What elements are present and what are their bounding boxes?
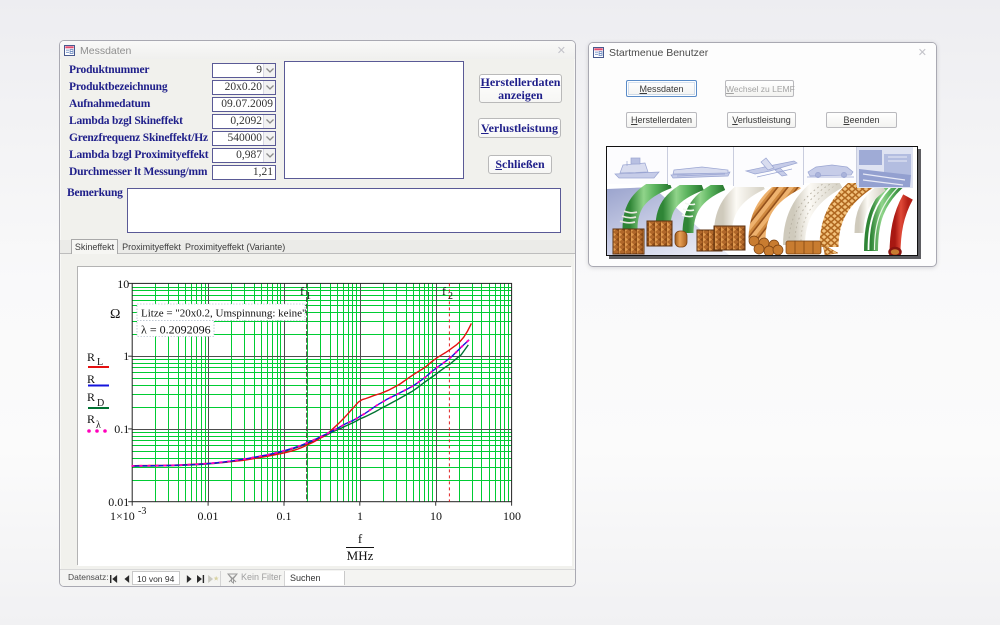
- svg-text:1: 1: [306, 291, 311, 302]
- svg-text:R: R: [87, 412, 95, 426]
- svg-text:f: f: [300, 284, 304, 298]
- svg-text:Ω: Ω: [110, 307, 120, 322]
- svg-text:0.1: 0.1: [114, 422, 129, 436]
- svg-text:f: f: [358, 531, 363, 546]
- svg-text:1: 1: [123, 349, 129, 363]
- svg-text:-3: -3: [138, 506, 146, 517]
- svg-text:10: 10: [430, 509, 442, 523]
- svg-text:0.1: 0.1: [277, 509, 292, 523]
- svg-text:1×10: 1×10: [110, 509, 135, 523]
- svg-text:f: f: [442, 284, 446, 298]
- svg-text:0.01: 0.01: [198, 509, 219, 523]
- svg-text:100: 100: [503, 509, 521, 523]
- svg-text:0.01: 0.01: [108, 495, 129, 509]
- svg-text:R: R: [87, 390, 95, 404]
- svg-text:1: 1: [357, 509, 363, 523]
- svg-text:R: R: [87, 372, 95, 386]
- svg-text:10: 10: [117, 277, 129, 291]
- svg-text:2: 2: [448, 291, 453, 302]
- svg-text:Litze = "20x0.2, Umspinnung: k: Litze = "20x0.2, Umspinnung: keine": [141, 308, 307, 320]
- svg-text:R: R: [87, 350, 95, 364]
- svg-text:MHz: MHz: [347, 548, 374, 563]
- svg-text:λ = 0.2092096: λ = 0.2092096: [141, 323, 211, 337]
